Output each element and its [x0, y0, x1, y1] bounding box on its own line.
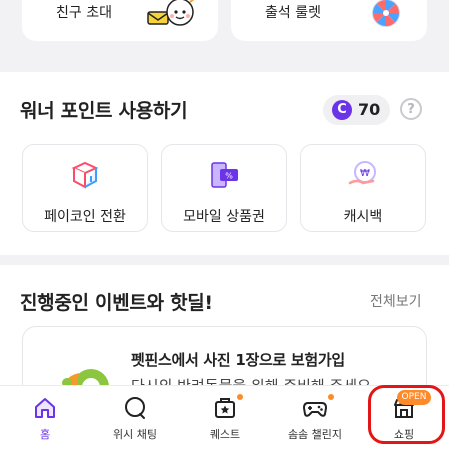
nav-somsom-challenge-label: 솜솜 챌린지 [287, 428, 343, 441]
invite-friend-card[interactable]: 친구 초대 [22, 0, 218, 41]
tile-paycoin-convert[interactable]: 페이코인 전환 [22, 144, 148, 232]
points-value: 70 [358, 100, 381, 119]
nav-wish-chat-label: 위시 채팅 [113, 428, 157, 441]
mobile-voucher-icon: % [211, 162, 238, 188]
see-all-link[interactable]: 전체보기 [370, 291, 422, 311]
attendance-roulette-label: 출석 룰렛 [265, 5, 321, 21]
chat-bubble-icon [125, 397, 145, 419]
tile-paycoin-label: 페이코인 전환 [44, 209, 126, 225]
quest-star-icon [215, 398, 235, 418]
help-icon[interactable]: ? [400, 98, 422, 120]
invite-character-icon [147, 0, 195, 26]
cashback-icon: ₩ [348, 161, 376, 185]
roulette-wheel-icon [372, 0, 400, 27]
points-section-title: 워너 포인트 사용하기 [20, 100, 188, 122]
points-balance-pill[interactable]: C 70 [323, 95, 390, 125]
tile-cashback[interactable]: ₩ 캐시백 [300, 144, 426, 232]
svg-text:%: % [225, 172, 233, 181]
shopping-highlight-ring [368, 385, 445, 444]
tile-mobile-voucher[interactable]: % 모바일 상품권 [161, 144, 287, 232]
quest-notification-dot [237, 394, 243, 400]
tile-cashback-label: 캐시백 [343, 209, 383, 225]
attendance-roulette-card[interactable]: 출석 룰렛 [231, 0, 427, 41]
gamepad-icon [303, 402, 327, 417]
nav-home[interactable]: 홈 [0, 386, 90, 450]
nav-home-label: 홈 [39, 428, 51, 441]
coin-icon: C [332, 100, 352, 120]
svg-text:₩: ₩ [360, 168, 370, 179]
paycoin-icon [71, 161, 99, 189]
nav-wish-chat[interactable]: 위시 채팅 [90, 386, 180, 450]
challenge-notification-dot [328, 394, 334, 400]
events-section-title: 진행중인 이벤트와 핫딜! [20, 292, 213, 314]
event-title: 펫핀스에서 사진 1장으로 보험가입 [131, 351, 345, 369]
tile-mobile-voucher-label: 모바일 상품권 [183, 209, 265, 225]
nav-quest[interactable]: 퀘스트 [180, 386, 270, 450]
nav-somsom-challenge[interactable]: 솜솜 챌린지 [270, 386, 360, 450]
nav-quest-label: 퀘스트 [209, 428, 241, 441]
home-icon [35, 398, 55, 418]
invite-friend-label: 친구 초대 [56, 5, 112, 21]
